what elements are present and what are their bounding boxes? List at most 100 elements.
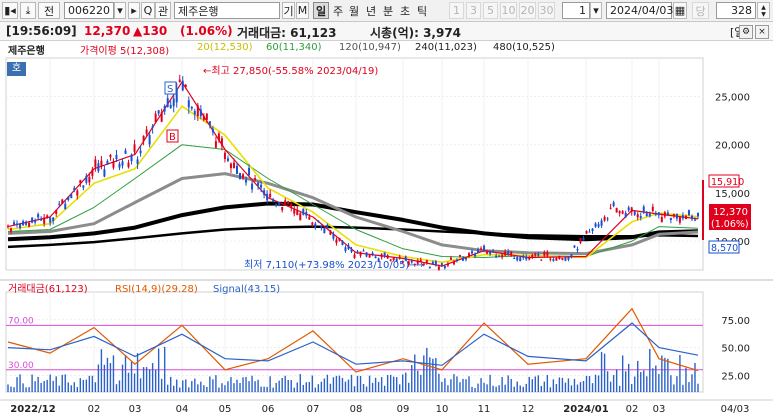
signal-line xyxy=(7,322,699,366)
rsi-level-label: 30.00 xyxy=(8,361,34,371)
volume-bar xyxy=(570,385,573,392)
volume-bar xyxy=(311,375,314,392)
xaxis-label: 06 xyxy=(262,404,275,415)
volume-bar xyxy=(691,374,693,392)
xaxis-label: 04 xyxy=(176,404,189,415)
volume-bar xyxy=(624,371,627,392)
candle-body xyxy=(446,263,449,266)
sell-marker: S xyxy=(167,84,173,95)
volume-bar xyxy=(534,376,536,392)
candle-body xyxy=(678,217,681,223)
candle-body xyxy=(534,253,537,256)
price-chart[interactable]: 25,00020,00015,00010,000←최고 27,850(-55.5… xyxy=(0,0,773,415)
xaxis-label: 12 xyxy=(522,404,535,415)
volume-bar xyxy=(251,375,253,392)
volume-bar xyxy=(320,381,323,392)
volume-bar xyxy=(411,365,413,392)
candle-body xyxy=(46,215,49,218)
candle-body xyxy=(440,263,443,266)
volume-bar xyxy=(344,381,347,392)
volume-bar xyxy=(55,376,57,392)
candle-body xyxy=(127,162,130,168)
volume-bar xyxy=(103,364,106,392)
volume-bar xyxy=(649,348,651,392)
volume-bar xyxy=(362,383,365,392)
candle-body xyxy=(148,135,151,145)
xaxis-label: 10 xyxy=(436,404,449,415)
candle-body xyxy=(106,160,109,165)
candle-body xyxy=(61,199,64,204)
candle-body xyxy=(371,252,374,255)
volume-bar xyxy=(676,376,678,392)
candle-body xyxy=(651,206,654,212)
candle-body xyxy=(124,150,127,154)
candle-body xyxy=(398,256,401,259)
candle-body xyxy=(160,112,163,122)
price-ytick-label: 15,000 xyxy=(715,189,750,200)
candle-body xyxy=(591,228,594,232)
volume-bar xyxy=(673,384,675,392)
volume-bar xyxy=(347,379,350,392)
candle-body xyxy=(287,201,290,205)
candle-body xyxy=(308,216,311,220)
candle-body xyxy=(217,133,220,141)
volume-bar xyxy=(308,382,311,392)
volume-bar xyxy=(136,353,139,392)
volume-bar xyxy=(444,378,446,392)
candle-body xyxy=(681,215,684,219)
candle-body xyxy=(522,255,525,258)
candle-body xyxy=(163,105,166,112)
candle-body xyxy=(359,251,362,256)
volume-bar xyxy=(606,371,609,392)
volume-bar xyxy=(100,349,103,392)
volume-bar xyxy=(459,382,461,392)
indicator-ytick-label: 25.00 xyxy=(721,371,750,382)
candle-body xyxy=(693,219,696,221)
volume-bar xyxy=(106,357,109,392)
candle-body xyxy=(311,222,314,225)
candle-body xyxy=(452,261,455,265)
candle-body xyxy=(317,220,320,223)
volume-bar xyxy=(423,355,425,392)
volume-bar xyxy=(73,382,75,392)
volume-bar xyxy=(64,374,66,392)
volume-bar xyxy=(679,355,681,392)
candle-body xyxy=(79,180,82,183)
candle-body xyxy=(537,253,540,256)
legend-trading-value: 거래대금(61,123) xyxy=(8,283,88,295)
candle-body xyxy=(603,216,606,221)
volume-bar xyxy=(10,386,12,392)
candle-body xyxy=(251,183,254,190)
volume-bar xyxy=(25,387,27,392)
volume-bar xyxy=(356,375,359,392)
volume-bar xyxy=(507,375,509,392)
candle-body xyxy=(471,251,474,254)
xaxis-label: 09 xyxy=(397,404,410,415)
volume-bar xyxy=(121,364,124,392)
volume-bar xyxy=(179,387,181,392)
candle-body xyxy=(115,154,118,159)
volume-bar xyxy=(435,358,437,392)
volume-bar xyxy=(655,365,657,392)
candle-body xyxy=(669,218,672,220)
volume-bar xyxy=(209,376,211,392)
volume-bar xyxy=(197,384,199,392)
volume-bar xyxy=(353,386,356,392)
volume-bar xyxy=(13,387,15,392)
volume-bar xyxy=(200,381,202,392)
volume-bar xyxy=(531,379,533,392)
candle-body xyxy=(531,254,534,258)
candle-body xyxy=(606,218,609,220)
volume-bar xyxy=(227,381,229,392)
volume-bar xyxy=(585,375,588,392)
volume-bar xyxy=(335,375,338,392)
volume-bar xyxy=(287,379,289,392)
candle-body xyxy=(25,221,28,225)
candle-body xyxy=(121,161,124,166)
volume-bar xyxy=(658,374,660,392)
candle-body xyxy=(136,159,139,164)
volume-bar xyxy=(498,385,500,392)
high-price-tag: 15,910 xyxy=(711,177,744,188)
candle-body xyxy=(341,240,344,245)
candle-body xyxy=(495,255,498,258)
